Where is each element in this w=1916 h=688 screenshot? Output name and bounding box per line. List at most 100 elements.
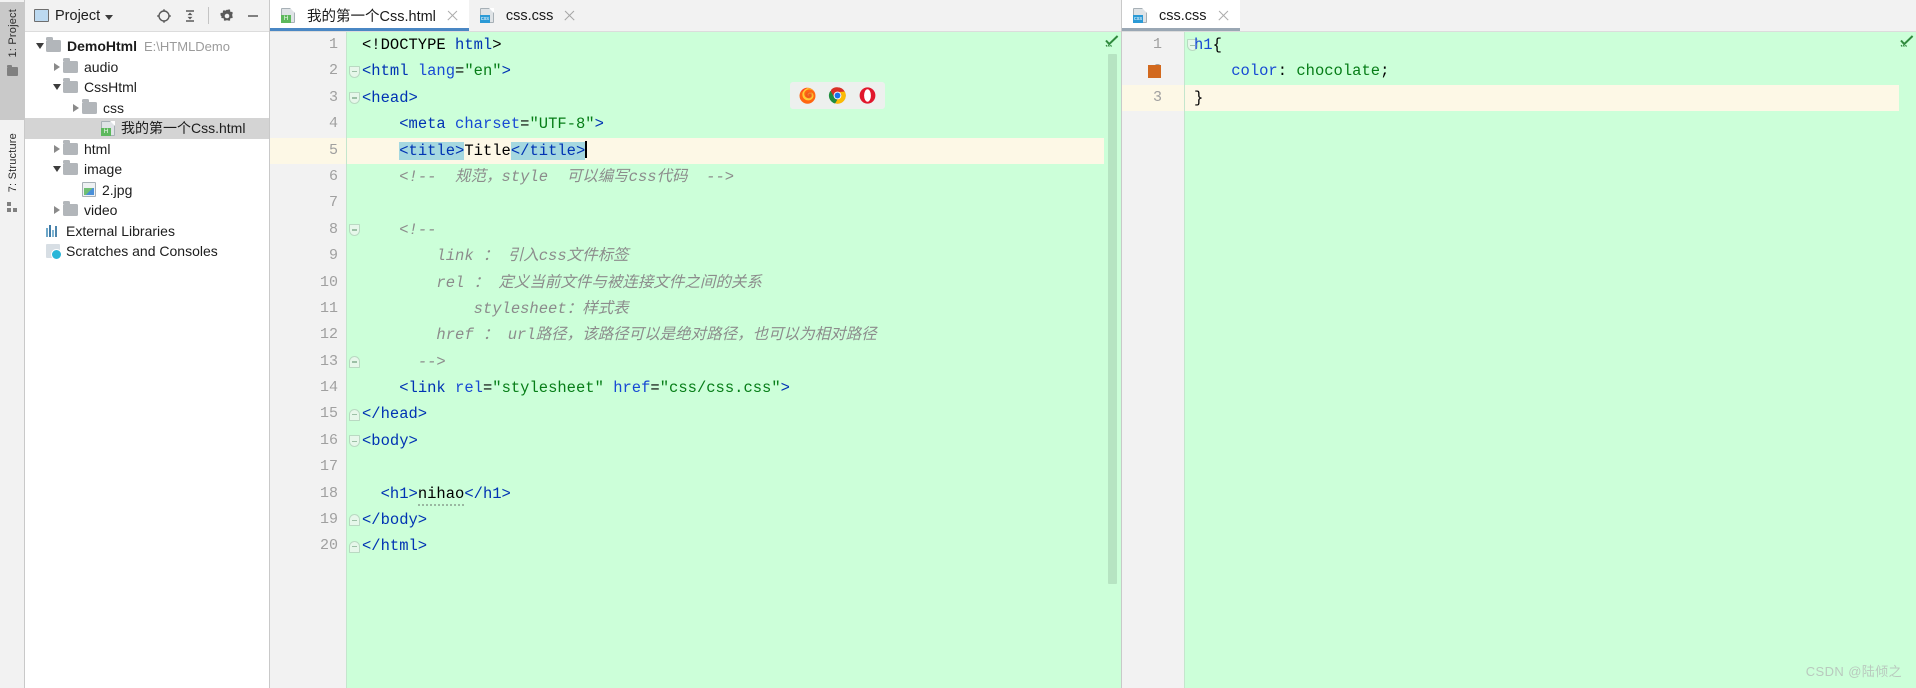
tool-tab-structure[interactable]: 7: Structure bbox=[0, 126, 25, 251]
tree-row[interactable]: image bbox=[25, 159, 269, 180]
tool-tab-project[interactable]: 1: Project bbox=[0, 2, 25, 120]
line-number: 19 bbox=[270, 507, 360, 533]
gear-icon[interactable] bbox=[215, 4, 239, 28]
tree-item-path: E:\HTMLDemo bbox=[144, 38, 230, 54]
folder-icon bbox=[82, 98, 97, 114]
project-tool-window: Project DemoHtml E:\HTMLDemo audio CssHt… bbox=[25, 0, 270, 688]
scratches-icon bbox=[46, 244, 62, 261]
tree-row[interactable]: DemoHtml E:\HTMLDemo bbox=[25, 36, 269, 57]
code-line: color: chocolate; bbox=[1231, 62, 1390, 81]
code-line: </body> bbox=[362, 511, 428, 530]
locate-icon[interactable] bbox=[152, 4, 176, 28]
tree-row[interactable]: css bbox=[25, 98, 269, 119]
structure-icon bbox=[7, 202, 18, 213]
project-panel-title: Project bbox=[55, 7, 101, 24]
chevron-right-icon[interactable] bbox=[50, 142, 63, 155]
browser-run-toolbar bbox=[790, 82, 885, 109]
editor-tabbar-right: css css.css bbox=[1122, 0, 1916, 32]
line-number: 8 bbox=[270, 217, 360, 243]
tree-item-label: audio bbox=[84, 58, 119, 75]
code-line: h1{ bbox=[1194, 36, 1222, 54]
code-line: <!DOCTYPE html> bbox=[362, 36, 502, 54]
line-number-gutter-right: 1 2 3 bbox=[1122, 32, 1198, 688]
tree-row[interactable]: html bbox=[25, 139, 269, 160]
code-text-right[interactable]: h1{ color: chocolate; } bbox=[1184, 32, 1916, 688]
close-icon[interactable] bbox=[1217, 9, 1230, 22]
firefox-icon[interactable] bbox=[798, 86, 817, 105]
libraries-icon bbox=[46, 224, 60, 238]
toolbar-separator bbox=[208, 7, 209, 24]
opera-icon[interactable] bbox=[858, 86, 877, 105]
css-file-icon: css bbox=[479, 8, 494, 23]
tool-tab-project-label: 1: Project bbox=[6, 9, 19, 58]
color-gutter-chip[interactable] bbox=[1148, 65, 1161, 79]
tab-css-css-right[interactable]: css css.css bbox=[1122, 0, 1240, 31]
line-number: 10 bbox=[319, 273, 338, 291]
folder-icon bbox=[63, 57, 78, 73]
tree-row[interactable]: audio bbox=[25, 57, 269, 78]
code-line: <html lang="en"> bbox=[362, 62, 511, 81]
code-line-current: <title>Title</title> bbox=[346, 137, 1121, 164]
html-file-icon: H bbox=[281, 8, 295, 23]
tab-my-first-css-html[interactable]: H 我的第一个Css.html bbox=[270, 0, 469, 31]
ok-check-icon[interactable] bbox=[1105, 35, 1119, 48]
tree-row[interactable]: CssHtml bbox=[25, 77, 269, 98]
folder-icon bbox=[63, 201, 78, 217]
code-line: href ： url路径，该路径可以是绝对路径，也可以为相对路径 bbox=[436, 326, 877, 345]
tree-item-label: video bbox=[84, 202, 118, 219]
minimize-icon[interactable] bbox=[241, 4, 265, 28]
chevron-down-icon[interactable] bbox=[105, 14, 114, 20]
tree-item-label: html bbox=[84, 140, 111, 157]
tab-css-css[interactable]: css css.css bbox=[468, 0, 587, 31]
chevron-right-icon[interactable] bbox=[50, 60, 63, 73]
editor-area: H 我的第一个Css.html css css.css 1 2 3 4 5 6 … bbox=[270, 0, 1916, 688]
tree-item-label: CssHtml bbox=[84, 79, 137, 96]
tree-row[interactable]: 2.jpg bbox=[25, 180, 269, 201]
line-number: 3 bbox=[1122, 84, 1198, 112]
line-number-gutter-left: 1 2 3 4 5 6 7 8 9 10 11 12 13 14 15 16 1… bbox=[270, 32, 360, 688]
collapse-all-icon[interactable] bbox=[178, 4, 202, 28]
tree-row-selected-file[interactable]: H 我的第一个Css.html bbox=[25, 118, 269, 139]
code-line: <head> bbox=[362, 88, 418, 107]
chevron-right-icon[interactable] bbox=[50, 204, 63, 217]
code-line: <!-- bbox=[399, 220, 437, 239]
line-number: 20 bbox=[270, 533, 360, 559]
code-editor-html[interactable]: 1 2 3 4 5 6 7 8 9 10 11 12 13 14 15 16 1… bbox=[270, 32, 1121, 688]
ok-check-icon[interactable] bbox=[1900, 35, 1914, 48]
image-file-icon bbox=[82, 182, 96, 198]
line-number: 15 bbox=[270, 401, 360, 427]
chevron-down-icon[interactable] bbox=[33, 40, 46, 53]
tree-item-label: Scratches and Consoles bbox=[66, 243, 218, 260]
close-icon[interactable] bbox=[563, 9, 576, 22]
chevron-right-icon[interactable] bbox=[69, 101, 82, 114]
line-number: 16 bbox=[270, 428, 360, 454]
editor-marker-bar-right[interactable] bbox=[1899, 32, 1916, 688]
project-tree[interactable]: DemoHtml E:\HTMLDemo audio CssHtml css H… bbox=[25, 32, 269, 688]
line-number: 3 bbox=[270, 85, 360, 111]
line-number: 13 bbox=[270, 349, 360, 375]
tree-item-label: css bbox=[103, 99, 124, 116]
chevron-down-icon[interactable] bbox=[50, 81, 63, 94]
tree-item-label: image bbox=[84, 161, 123, 178]
tree-row[interactable]: video bbox=[25, 200, 269, 221]
close-icon[interactable] bbox=[446, 9, 459, 22]
tree-row[interactable]: Scratches and Consoles bbox=[25, 241, 269, 262]
fold-guide-line bbox=[1184, 32, 1185, 688]
code-text-left[interactable]: <!DOCTYPE html> <html lang="en"> <head> … bbox=[346, 32, 1121, 688]
tree-item-label: External Libraries bbox=[66, 222, 175, 239]
line-number: 14 bbox=[319, 379, 338, 397]
tree-row[interactable]: External Libraries bbox=[25, 221, 269, 242]
line-number: 17 bbox=[319, 458, 338, 476]
line-number: 18 bbox=[319, 484, 338, 502]
chevron-down-icon[interactable] bbox=[50, 163, 63, 176]
editor-marker-bar-left[interactable] bbox=[1104, 32, 1121, 688]
fold-guide-line bbox=[346, 32, 347, 688]
project-icon bbox=[34, 9, 49, 22]
editor-scrollbar-left[interactable] bbox=[1108, 54, 1117, 584]
tool-tab-structure-label: 7: Structure bbox=[6, 133, 19, 193]
code-editor-css[interactable]: 1 2 3 h1{ color: chocolate; } bbox=[1122, 32, 1916, 688]
line-number: 11 bbox=[319, 299, 338, 317]
chrome-icon[interactable] bbox=[828, 86, 847, 105]
